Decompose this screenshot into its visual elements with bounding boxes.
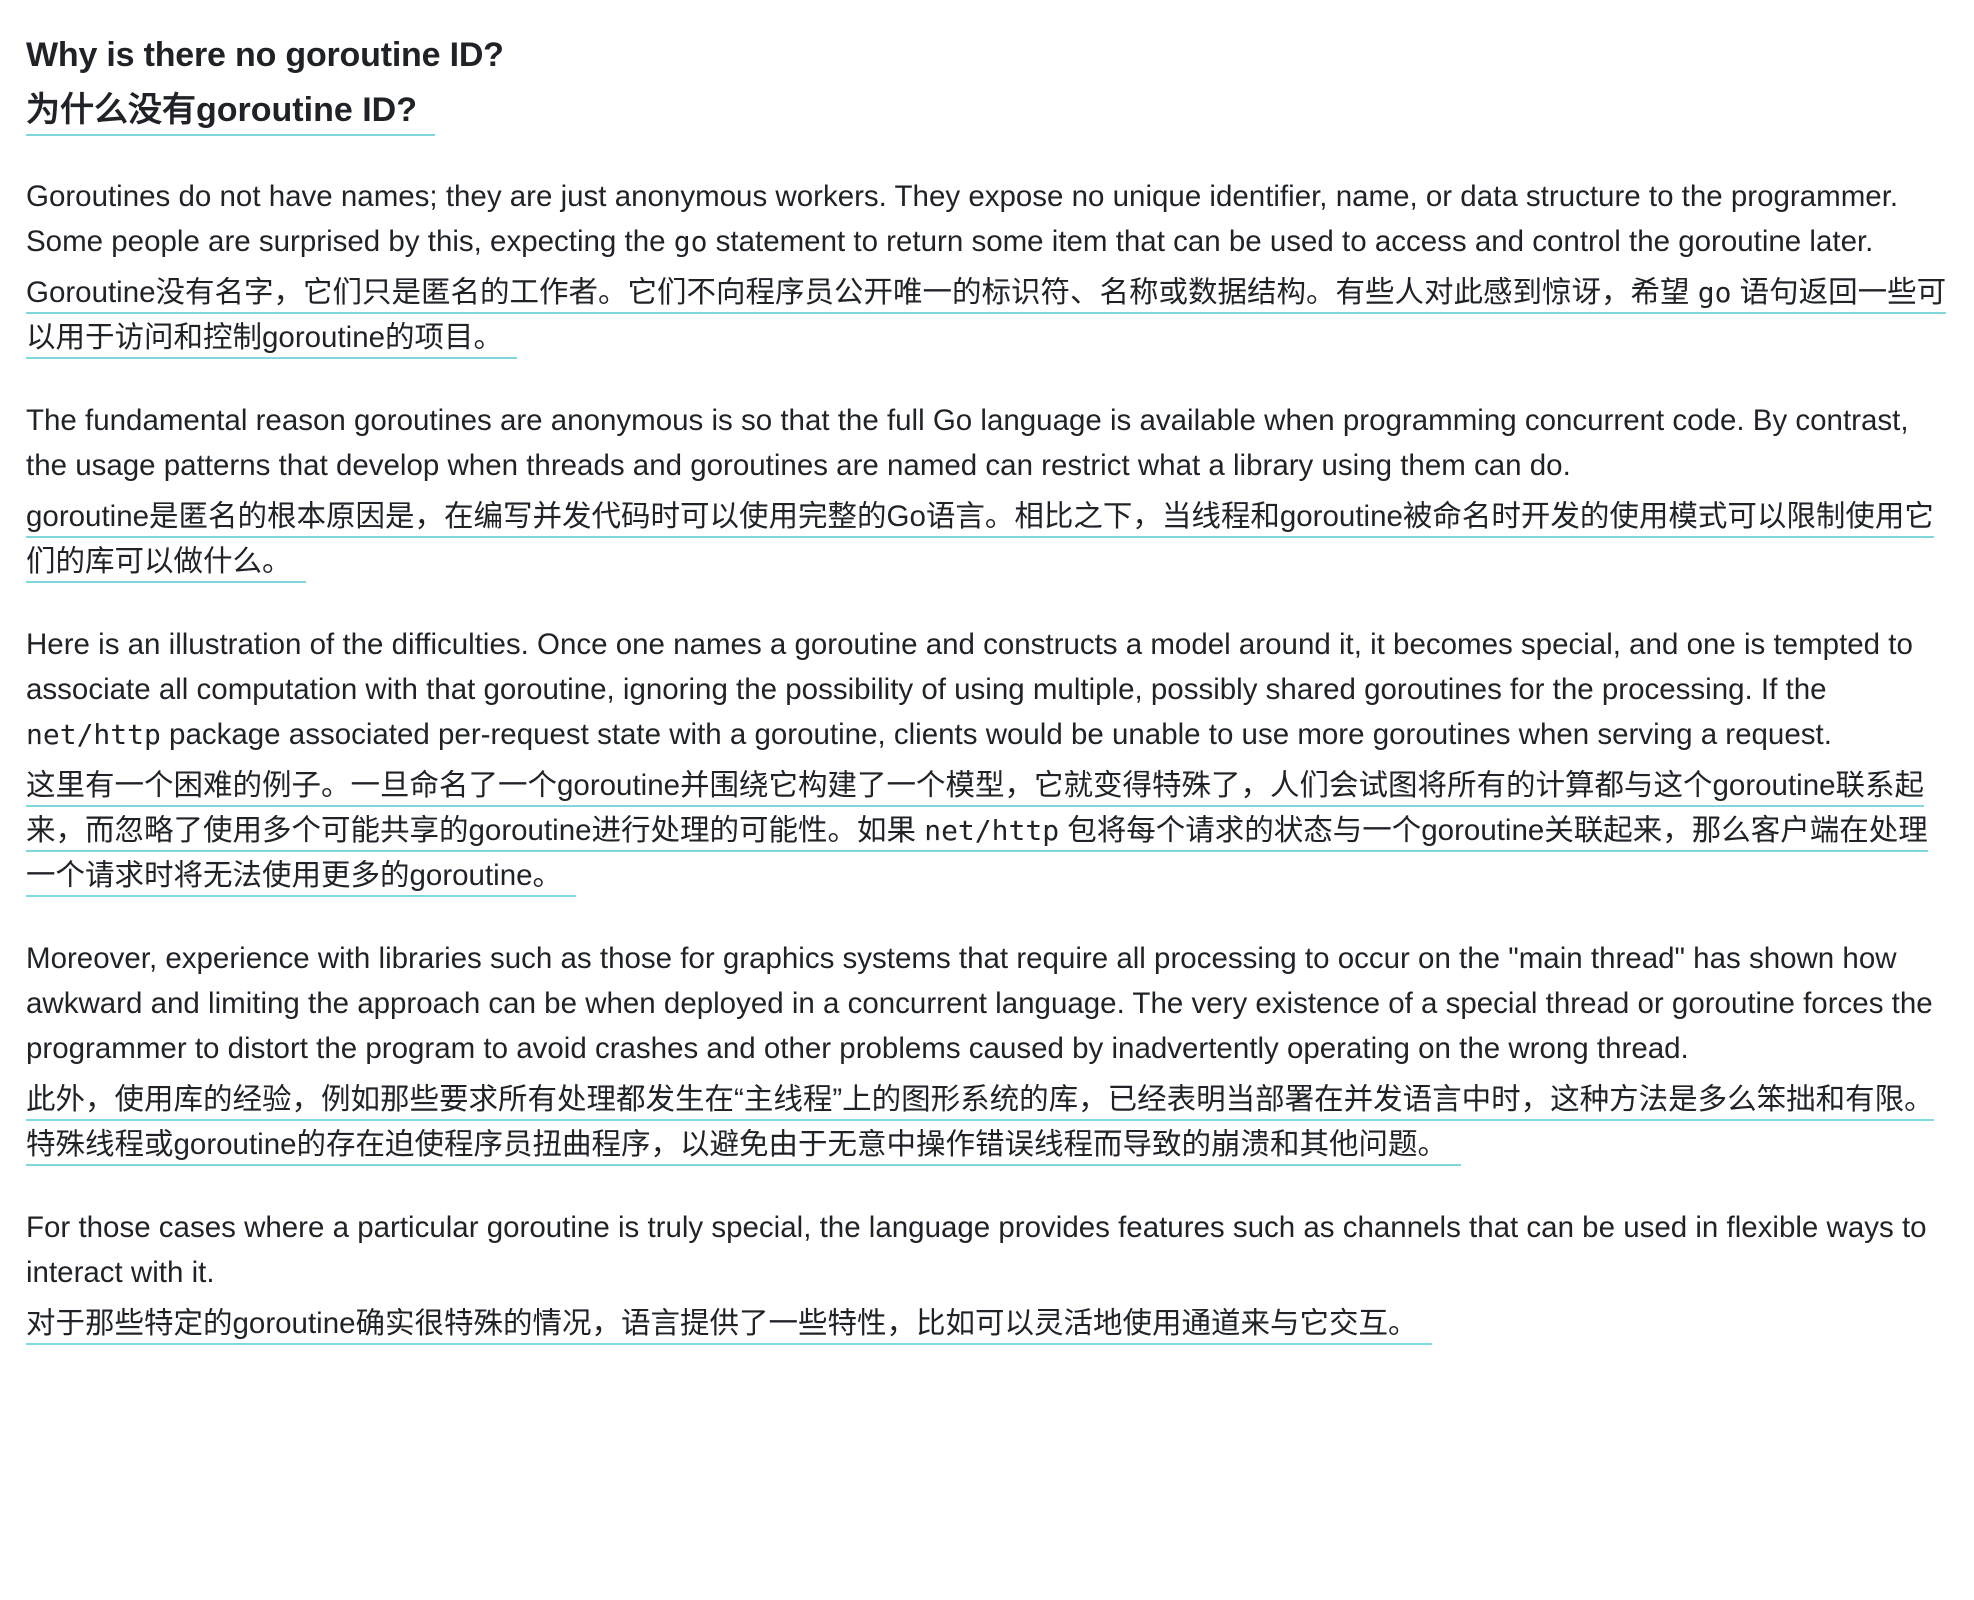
section-main-thread: Moreover, experience with libraries such… — [26, 936, 1948, 1167]
translation-text: 这里有一个困难的例子。一旦命名了一个goroutine并围绕它构建了一个模型，它… — [26, 769, 1928, 897]
paragraph-zh: 这里有一个困难的例子。一旦命名了一个goroutine并围绕它构建了一个模型，它… — [26, 763, 1948, 898]
page-title: Why is there no goroutine ID? — [26, 36, 504, 74]
section-anonymous-workers: Goroutines do not have names; they are j… — [26, 174, 1948, 360]
paragraph-zh: 对于那些特定的goroutine确实很特殊的情况，语言提供了一些特性，比如可以灵… — [26, 1301, 1948, 1346]
inline-code-go: go — [673, 225, 708, 258]
inline-code-go: go — [1697, 276, 1732, 309]
paragraph-en: For those cases where a particular gorou… — [26, 1211, 1927, 1289]
text-run: 对于那些特定的goroutine确实很特殊的情况，语言提供了一些特性，比如可以灵… — [26, 1307, 1418, 1340]
paragraph-zh: goroutine是匿名的根本原因是，在编写并发代码时可以使用完整的Go语言。相… — [26, 494, 1948, 584]
text-run: statement to return some item that can b… — [707, 225, 1874, 258]
inline-code-net-http: net/http — [26, 718, 161, 751]
section-special-goroutine: For those cases where a particular gorou… — [26, 1205, 1948, 1346]
text-run: goroutine是匿名的根本原因是，在编写并发代码时可以使用完整的Go语言。相… — [26, 500, 1934, 578]
paragraph-zh: Goroutine没有名字，它们只是匿名的工作者。它们不向程序员公开唯一的标识符… — [26, 270, 1948, 360]
translation-text: goroutine是匿名的根本原因是，在编写并发代码时可以使用完整的Go语言。相… — [26, 500, 1934, 583]
text-run: Goroutine没有名字，它们只是匿名的工作者。它们不向程序员公开唯一的标识符… — [26, 276, 1698, 309]
text-run: Here is an illustration of the difficult… — [26, 628, 1913, 706]
paragraph-en: The fundamental reason goroutines are an… — [26, 404, 1909, 482]
page-title-translation: 为什么没有goroutine ID? — [26, 86, 435, 136]
text-run: 此外，使用库的经验，例如那些要求所有处理都发生在“主线程”上的图形系统的库，已经… — [26, 1083, 1934, 1161]
translation-text: 此外，使用库的经验，例如那些要求所有处理都发生在“主线程”上的图形系统的库，已经… — [26, 1083, 1934, 1166]
paragraph-en: Here is an illustration of the difficult… — [26, 622, 1948, 757]
section-illustration: Here is an illustration of the difficult… — [26, 622, 1948, 898]
text-run: package associated per-request state wit… — [160, 718, 1832, 751]
document-page: Why is there no goroutine ID? 为什么没有gorou… — [0, 0, 1974, 1600]
translation-text: 对于那些特定的goroutine确实很特殊的情况，语言提供了一些特性，比如可以灵… — [26, 1307, 1432, 1345]
inline-code-net-http: net/http — [924, 814, 1060, 847]
translation-text: Goroutine没有名字，它们只是匿名的工作者。它们不向程序员公开唯一的标识符… — [26, 276, 1947, 359]
paragraph-zh: 此外，使用库的经验，例如那些要求所有处理都发生在“主线程”上的图形系统的库，已经… — [26, 1077, 1948, 1167]
paragraph-en: Moreover, experience with libraries such… — [26, 942, 1933, 1065]
section-fundamental-reason: The fundamental reason goroutines are an… — [26, 398, 1948, 584]
paragraph-en: Goroutines do not have names; they are j… — [26, 174, 1948, 264]
